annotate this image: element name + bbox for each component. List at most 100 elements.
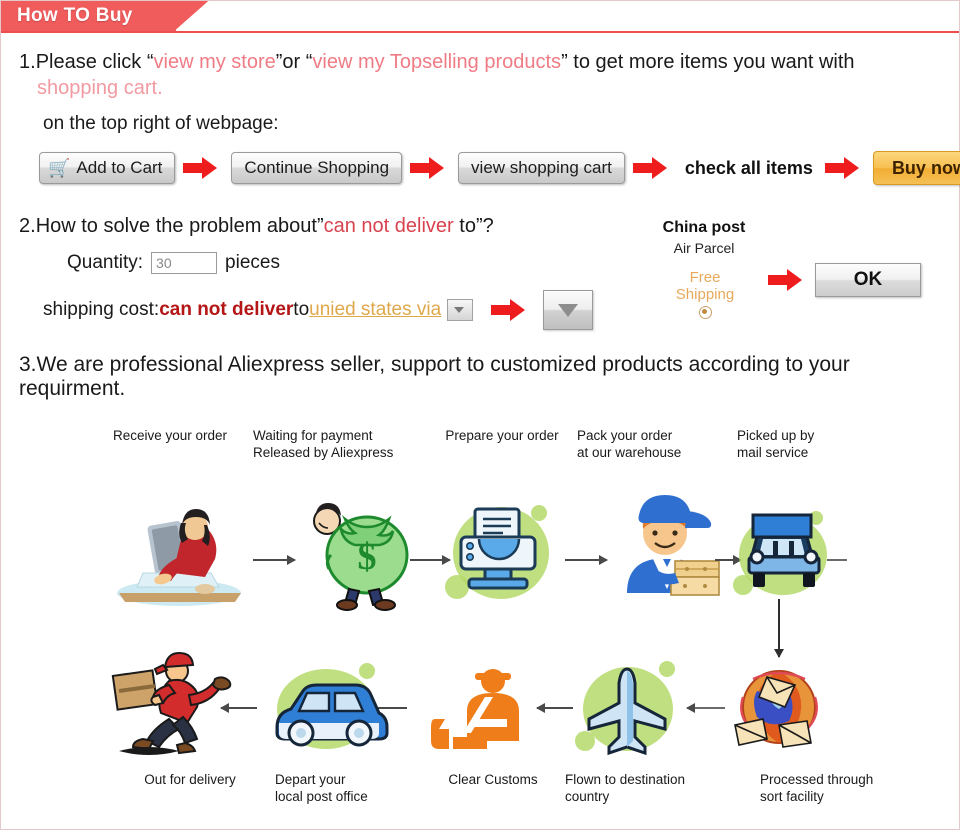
arrow-right-icon-3 [632,157,673,179]
page-header: How TO Buy [1,1,959,33]
add-to-cart-button[interactable]: 🛒 Add to Cart [39,152,176,184]
free-shipping-radio[interactable] [698,306,712,319]
step1-text-a: Please click “ [35,51,154,73]
node-customs-officer [427,663,537,755]
running-courier-icon [111,651,232,755]
view-shopping-cart-button[interactable]: view shopping cart [458,152,625,184]
how-to-buy-page: How TO Buy 1.Please click “view my store… [0,0,960,830]
flow-label-waiting-for-payment: Waiting for payment Released by Aliexpre… [253,427,433,461]
flow-label-text: Prepare your order [445,428,559,443]
step2-number: 2. [19,215,36,237]
flow-label-clear-customs: Clear Customs [423,771,563,788]
shipping-to-label: to [293,299,310,320]
shipping-cost-error: can not deliver [159,299,294,320]
step2-title-red: can not deliver [323,215,454,237]
node-globe-mail [727,659,831,755]
flow-label-out-for-delivery: Out for delivery [115,771,265,788]
step2-title: 2.How to solve the problem about”can not… [19,215,945,238]
globe-mail-icon [734,670,818,748]
step3-title: 3.We are professional Aliexpress seller,… [19,353,945,401]
free-shipping-line2: Shipping [675,286,735,303]
quantity-unit-label: pieces [225,252,280,273]
step1-number: 1. [19,51,36,73]
node-running-courier [111,651,241,761]
node-money-bag: $ [297,493,427,613]
step3-number: 3. [19,353,37,376]
link-view-my-topselling-products[interactable]: view my Topselling products [312,51,561,73]
flow-label-flown-to-destination-country: Flown to destination country [565,771,735,805]
step1-button-flow: 🛒 Add to Cart Continue Shopping view sho… [39,151,960,185]
flow-label-processed-through-sort-facility: Processed through sort facility [760,771,920,805]
page-title: How TO Buy [17,5,133,26]
header-tab: How TO Buy [1,1,176,31]
flow-label-text: Flown to destination country [565,772,686,804]
view-shopping-cart-label: view shopping cart [471,158,612,177]
arrow-right-icon-4 [824,157,865,179]
flow-label-picked-up-by-mail-service: Picked up by mail service [737,427,887,461]
link-view-my-store[interactable]: view my store [154,51,276,73]
flow-label-text: Depart your local post office [275,772,368,804]
flow-arrow-2 [410,555,451,565]
carrier-name: China post [662,219,746,236]
free-shipping-line1: Free [689,269,721,286]
buy-now-label: Buy now [891,157,960,178]
node-truck [733,503,833,599]
shipping-cost-row: shipping cost: can not deliver to unied s… [43,290,945,330]
country-dropdown-small[interactable] [447,299,474,321]
country-select-link[interactable]: unied states via [309,299,441,321]
quantity-label: Quantity: [67,252,144,273]
add-to-cart-label: Add to Cart [76,158,163,177]
header-white-area [210,1,959,31]
svg-text:$: $ [358,536,377,578]
step1-text-d: shopping cart. [37,77,163,99]
flow-label-receive-your-order: Receive your order [95,427,245,444]
node-person-at-computer [107,501,257,611]
step1-paragraph: 1.Please click “view my store”or “view m… [19,49,945,101]
step3-title-text: We are professional Aliexpress seller, s… [19,353,850,400]
flow-arrow-5 [536,703,573,713]
node-airplane [575,661,679,757]
van-icon [275,683,389,747]
carrier-info: China post Air Parcel [645,219,763,256]
flow-arrow-3 [565,555,608,565]
flow-arrow-down [774,599,784,658]
carrier-service: Air Parcel [673,240,735,256]
truck-icon [747,513,821,587]
person-at-computer-icon [117,509,241,606]
money-bag-icon: $ [313,503,409,611]
flow-label-text: Clear Customs [448,772,538,787]
continue-shopping-button[interactable]: Continue Shopping [231,152,403,184]
arrow-right-icon-6 [768,269,808,291]
quantity-row: Quantity: pieces [67,252,945,274]
arrow-right-icon-2 [410,157,450,179]
ok-button-label: OK [853,269,883,290]
flow-label-text: Out for delivery [144,772,236,787]
continue-shopping-label: Continue Shopping [244,158,390,177]
ok-button[interactable]: OK [815,263,921,297]
free-shipping-option[interactable]: Free Shipping [655,269,755,319]
shipping-flow-diagram: Receive your order Waiting for payment R… [15,411,945,811]
shipping-cost-label: shipping cost: [43,299,160,320]
arrow-right-icon-1 [183,157,223,179]
step2-title-a: How to solve the problem about” [35,215,324,237]
check-all-items-label[interactable]: check all items [681,158,817,179]
step1-text-b: ”or “ [275,51,313,73]
node-van [267,661,391,753]
flow-label-text: Pack your order at our warehouse [577,428,682,460]
printer-icon [459,507,537,590]
flow-label-text: Processed through sort facility [760,772,874,804]
quantity-input[interactable] [151,252,218,274]
buy-now-button[interactable]: Buy now [872,151,960,185]
customs-officer-icon [431,669,519,749]
node-printer [445,501,555,601]
airplane-icon [587,667,667,756]
flow-label-text: Picked up by mail service [737,428,815,460]
step2-section: 2.How to solve the problem about”can not… [15,215,945,345]
flow-label-text: Receive your order [112,428,228,443]
shipping-method-dropdown[interactable] [543,290,594,330]
flow-label-depart-your-local-post-office: Depart your local post office [275,771,425,805]
flow-label-text: Waiting for payment Released by Aliexpre… [253,428,394,460]
step1-text-c: ” to get more items you want with [561,51,855,73]
header-underline [1,31,959,33]
step1-subtext: on the top right of webpage: [43,113,279,134]
